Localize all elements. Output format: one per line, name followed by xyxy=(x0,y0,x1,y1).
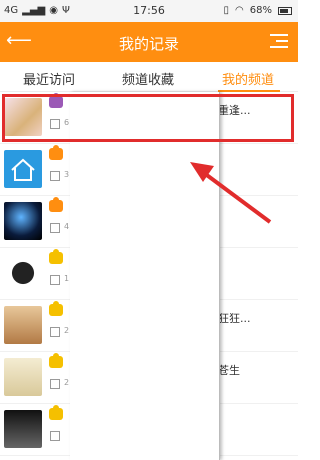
count-value: 3 xyxy=(64,170,70,179)
home-icon xyxy=(11,158,35,181)
tab-favorites[interactable]: 频道收藏 xyxy=(122,69,174,88)
page-title: 我的记录 xyxy=(118,35,179,53)
overlay-panel xyxy=(70,92,220,460)
level-badge-icon xyxy=(49,145,63,160)
count-icon xyxy=(50,379,60,389)
tab-recent[interactable]: 最近访问 xyxy=(23,69,75,88)
channel-thumbnail xyxy=(4,306,42,344)
battery-icon xyxy=(278,6,292,15)
battery-percent: 68% xyxy=(249,5,272,16)
level-badge-icon xyxy=(49,301,63,316)
count-value: 1 xyxy=(64,274,70,283)
count-icon xyxy=(50,171,60,181)
wifi-icon: ◠ xyxy=(235,5,244,16)
vibrate-icon: ▯ xyxy=(223,5,230,16)
level-badge-icon xyxy=(49,197,63,212)
count-icon xyxy=(50,327,60,337)
channel-thumbnail xyxy=(4,202,42,240)
count-icon xyxy=(50,431,60,441)
channel-thumbnail xyxy=(4,254,42,292)
count-value: 4 xyxy=(64,222,70,231)
menu-list-icon[interactable] xyxy=(270,34,288,48)
count-icon xyxy=(50,223,60,233)
level-badge-icon xyxy=(49,353,63,368)
count-value: 2 xyxy=(64,326,70,335)
channel-thumbnail xyxy=(4,410,42,448)
app-header: ⟵ 我的记录 xyxy=(0,22,298,62)
status-right: ▯ ◠ 68% xyxy=(224,5,292,16)
tab-bar: 最近访问 频道收藏 我的频道 xyxy=(0,62,298,92)
level-badge-icon xyxy=(49,249,63,264)
tab-my-channels[interactable]: 我的频道 xyxy=(222,69,274,88)
home-thumbnail xyxy=(4,150,42,188)
channel-name: 狂狂... xyxy=(218,312,251,325)
level-badge-icon xyxy=(49,405,63,420)
count-icon xyxy=(50,275,60,285)
count-value: 2 xyxy=(64,378,70,387)
status-bar: 4G ▂▄▆ ◉ Ψ 17:56 ▯ ◠ 68% xyxy=(0,0,298,22)
channel-name: 苍生 xyxy=(218,364,240,377)
highlight-box xyxy=(2,94,294,142)
channel-thumbnail xyxy=(4,358,42,396)
